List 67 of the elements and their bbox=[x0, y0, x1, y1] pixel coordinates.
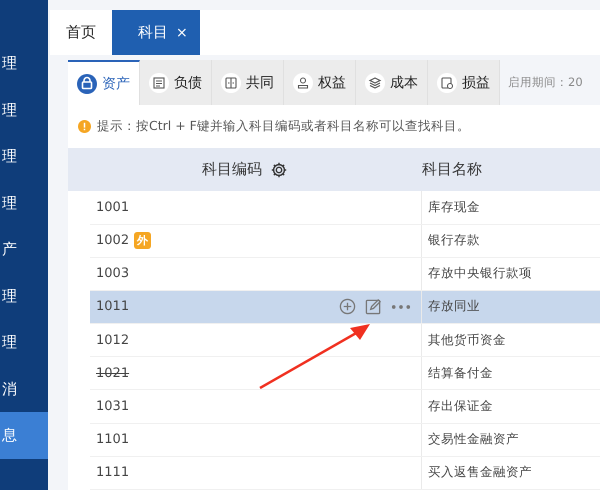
sidebar-item[interactable]: 理 bbox=[0, 40, 48, 86]
split-icon bbox=[221, 72, 241, 93]
page-tab[interactable]: 科目 × bbox=[112, 10, 200, 56]
account-name: 存放中央银行款项 bbox=[428, 265, 532, 282]
layers-icon bbox=[365, 72, 385, 93]
account-code: 1003 bbox=[96, 266, 130, 282]
account-name: 存出保证金 bbox=[428, 398, 493, 416]
sidebar-item[interactable]: 理 bbox=[0, 86, 48, 133]
account-code: 1031 bbox=[96, 399, 130, 414]
hint-text: 提示：按Ctrl + F键并输入科目编码或者科目名称可以查找科目。 bbox=[97, 118, 470, 136]
category-tab[interactable]: 资产 bbox=[68, 60, 140, 106]
close-icon[interactable]: × bbox=[176, 24, 188, 40]
account-code: 1101 bbox=[96, 432, 130, 448]
table-row[interactable]: 1031 存出保证金 bbox=[90, 390, 600, 424]
tab-label: 资产 bbox=[102, 74, 130, 93]
tab-label: 损益 bbox=[462, 74, 490, 92]
table-row[interactable]: 1021 结算备付金 bbox=[90, 357, 600, 390]
more-icon[interactable] bbox=[391, 304, 411, 310]
account-name: 存放同业 bbox=[428, 298, 480, 316]
account-name: 结算备付金 bbox=[428, 364, 493, 382]
account-code: 1001 bbox=[96, 200, 130, 215]
table-row[interactable]: 1011 存放同业 bbox=[90, 290, 600, 324]
account-code: 1021 bbox=[96, 366, 130, 381]
sidebar-item[interactable]: 消 bbox=[0, 366, 48, 412]
period-label: 启用期间：20 bbox=[508, 75, 583, 90]
account-code: 1011 bbox=[96, 299, 130, 314]
tab-label: 首页 bbox=[66, 23, 96, 42]
add-icon[interactable] bbox=[339, 298, 356, 316]
account-code: 1111 bbox=[96, 465, 130, 480]
tab-label: 成本 bbox=[390, 74, 418, 92]
account-code: 1012 bbox=[96, 332, 130, 348]
table-row[interactable]: 1001 库存现金 bbox=[90, 191, 600, 224]
table-row[interactable]: 1111 买入返售金融资产 bbox=[90, 456, 600, 490]
table-row[interactable]: 1101 交易性金融资产 bbox=[90, 424, 600, 457]
foreign-badge: 外 bbox=[134, 232, 152, 250]
category-tab[interactable]: 负债 bbox=[140, 60, 212, 106]
sidebar-item[interactable]: 息 bbox=[0, 412, 48, 458]
sidebar-item[interactable]: 产 bbox=[0, 226, 48, 272]
sidebar-item[interactable]: 理 bbox=[0, 272, 48, 319]
ledger-icon bbox=[149, 72, 169, 93]
sidebar-item[interactable]: 理 bbox=[0, 133, 48, 180]
tab-label: 负债 bbox=[174, 74, 202, 92]
account-name: 交易性金融资产 bbox=[428, 431, 519, 448]
account-name: 买入返售金融资产 bbox=[428, 464, 532, 482]
lock-icon bbox=[77, 74, 97, 94]
column-header: 科目编码 bbox=[68, 148, 422, 192]
account-name: 银行存款 bbox=[428, 232, 480, 250]
tab-label: 权益 bbox=[318, 74, 346, 92]
category-tab[interactable]: 权益 bbox=[284, 60, 356, 106]
page-tab[interactable]: 首页 bbox=[66, 10, 112, 56]
column-header: 科目名称 bbox=[422, 159, 482, 180]
sidebar-item[interactable]: 理 bbox=[0, 319, 48, 366]
category-tab[interactable]: 损益 bbox=[428, 60, 500, 106]
account-name: 库存现金 bbox=[428, 198, 480, 216]
account-code: 1002 bbox=[96, 233, 130, 248]
table-row[interactable]: 1002 外 银行存款 bbox=[90, 224, 600, 258]
category-tab[interactable]: 共同 bbox=[212, 60, 284, 106]
warning-icon bbox=[78, 120, 91, 134]
sidebar-item[interactable]: 理 bbox=[0, 180, 48, 226]
settings-icon[interactable] bbox=[270, 160, 288, 179]
tab-label: 科目 bbox=[138, 23, 168, 42]
person-icon bbox=[293, 72, 313, 93]
category-tab[interactable]: 成本 bbox=[356, 60, 428, 106]
account-name: 其他货币资金 bbox=[428, 332, 506, 349]
edit-icon[interactable] bbox=[365, 298, 382, 316]
report-icon bbox=[437, 72, 457, 93]
tab-label: 共同 bbox=[246, 74, 274, 92]
